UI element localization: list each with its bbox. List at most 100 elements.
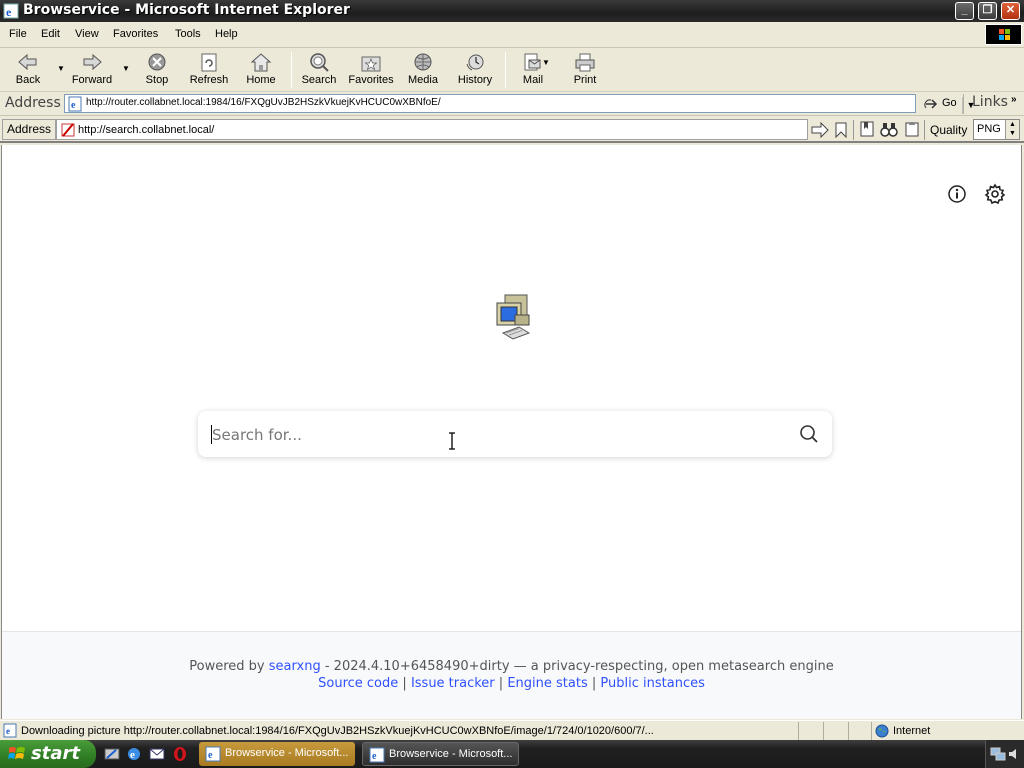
media-button[interactable]: Media xyxy=(405,50,441,90)
ie-window-icon: e xyxy=(205,746,221,762)
close-button[interactable]: ✕ xyxy=(1001,2,1020,20)
quality-label: Quality xyxy=(930,123,968,137)
media-label: Media xyxy=(408,74,438,86)
clipboard-icon[interactable] xyxy=(904,121,920,137)
zone-pane: Internet xyxy=(871,722,1024,740)
mail-button[interactable]: Mail xyxy=(514,50,552,90)
refresh-icon xyxy=(201,53,217,72)
mail-dropdown-icon[interactable]: ▼ xyxy=(542,58,550,67)
toolbar-separator xyxy=(853,120,854,140)
links-chevron-icon[interactable]: » xyxy=(1011,94,1017,105)
text-cursor-icon xyxy=(449,432,455,450)
forward-label: Forward xyxy=(71,74,113,86)
search-submit-icon[interactable] xyxy=(799,424,819,444)
go-arrow-icon[interactable] xyxy=(811,122,829,138)
menu-tools[interactable]: Tools xyxy=(175,28,201,40)
start-button[interactable]: start xyxy=(0,740,96,768)
ie-address-bar: Address e http://router.collabnet.local:… xyxy=(0,92,1024,116)
opera-quicklaunch-icon[interactable] xyxy=(172,746,188,762)
menu-edit[interactable]: Edit xyxy=(41,28,60,40)
bookmark-icon[interactable] xyxy=(835,122,847,138)
browservice-address-label: Address xyxy=(2,119,56,140)
history-button[interactable]: History xyxy=(454,50,496,90)
links-label[interactable]: Links xyxy=(972,94,1008,110)
home-label: Home xyxy=(246,74,276,86)
stop-label: Stop xyxy=(145,74,169,86)
version-text: - 2024.4.10+6458490+dirty — a privacy-re… xyxy=(324,659,834,674)
svg-text:e: e xyxy=(130,749,135,761)
windows-flag-icon xyxy=(8,747,25,759)
engine-stats-link[interactable]: Engine stats xyxy=(507,676,587,691)
address-label: Address xyxy=(5,95,61,111)
taskbar-task[interactable]: e Browservice - Microsoft... xyxy=(362,742,519,766)
quality-spinner[interactable]: PNG ▲ ▼ xyxy=(973,119,1020,140)
refresh-label: Refresh xyxy=(189,74,229,86)
page-icon: e xyxy=(68,96,82,112)
back-dropdown-icon[interactable]: ▼ xyxy=(57,64,65,73)
forward-button[interactable]: Forward xyxy=(68,50,116,90)
settings-gear-icon[interactable] xyxy=(984,183,1006,205)
address-url[interactable]: http://router.collabnet.local:1984/16/FX… xyxy=(86,97,441,108)
window-title: Browservice - Microsoft Internet Explore… xyxy=(23,2,350,18)
volume-tray-icon[interactable] xyxy=(1007,747,1021,761)
browservice-url[interactable]: http://search.collabnet.local/ xyxy=(78,124,214,136)
issue-tracker-link[interactable]: Issue tracker xyxy=(411,676,495,691)
footer-powered-line: Powered by searxng - 2024.4.10+6458490+d… xyxy=(2,659,1021,674)
source-code-link[interactable]: Source code xyxy=(318,676,398,691)
svg-text:e: e xyxy=(372,751,377,762)
status-bar: e Downloading picture http://router.coll… xyxy=(0,720,1024,740)
back-label: Back xyxy=(15,74,41,86)
back-arrow-icon xyxy=(18,53,37,71)
toolbar-separator xyxy=(291,52,292,88)
menu-favorites[interactable]: Favorites xyxy=(113,28,158,40)
menu-view[interactable]: View xyxy=(75,28,99,40)
network-tray-icon[interactable] xyxy=(990,746,1006,762)
find-binoculars-icon[interactable] xyxy=(880,121,898,137)
search-box[interactable]: Search for... xyxy=(198,411,832,457)
mail-label: Mail xyxy=(522,74,544,86)
search-input[interactable]: Search for... xyxy=(212,426,302,444)
ie-logo-icon: e xyxy=(3,3,19,19)
browservice-bar: Address http://search.collabnet.local/ Q… xyxy=(0,117,1024,143)
restore-button[interactable]: ❐ xyxy=(978,2,997,20)
print-button[interactable]: Print xyxy=(567,50,603,90)
address-field[interactable]: e http://router.collabnet.local:1984/16/… xyxy=(64,94,979,114)
page-content: Search for... Powered by searxng - 2024.… xyxy=(1,145,1022,719)
favorites-button[interactable]: Favorites xyxy=(345,50,397,90)
forward-dropdown-icon[interactable]: ▼ xyxy=(122,64,130,73)
browservice-address-field[interactable]: http://search.collabnet.local/ xyxy=(56,119,808,140)
menu-help[interactable]: Help xyxy=(215,28,238,40)
search-button[interactable]: Search xyxy=(299,50,339,90)
page-footer: Powered by searxng - 2024.4.10+6458490+d… xyxy=(2,631,1021,719)
svg-text:e: e xyxy=(208,750,213,761)
show-desktop-icon[interactable] xyxy=(104,746,120,762)
stop-button[interactable]: Stop xyxy=(138,50,176,90)
back-button[interactable]: Back xyxy=(8,50,48,90)
go-arrow-icon xyxy=(924,99,938,109)
home-button[interactable]: Home xyxy=(242,50,280,90)
taskbar-task-active[interactable]: e Browservice - Microsoft... xyxy=(199,742,355,766)
ie-quicklaunch-icon[interactable]: e xyxy=(126,746,142,762)
footer-links-line: Source code | Issue tracker | Engine sta… xyxy=(2,676,1021,691)
printer-icon xyxy=(575,53,595,72)
svg-text:e: e xyxy=(71,100,76,111)
windows-flag-icon xyxy=(985,24,1022,45)
searxng-link[interactable]: searxng xyxy=(269,659,321,674)
searxng-logo-computer-icon xyxy=(496,294,531,340)
bookmarks-list-icon[interactable] xyxy=(859,121,875,137)
search-label: Search xyxy=(301,74,337,86)
menu-file[interactable]: File xyxy=(9,28,27,40)
quality-stepper-icon[interactable]: ▲ ▼ xyxy=(1005,120,1019,139)
outlook-quicklaunch-icon[interactable] xyxy=(149,746,165,762)
internet-globe-icon xyxy=(875,724,889,738)
mail-icon xyxy=(524,53,541,71)
toolbar-separator xyxy=(505,52,506,88)
info-icon[interactable] xyxy=(947,184,967,204)
footer-separator: | xyxy=(591,676,597,691)
minimize-button[interactable]: _ xyxy=(955,2,974,20)
title-bar[interactable]: e Browservice - Microsoft Internet Explo… xyxy=(0,0,1024,22)
status-text: Downloading picture http://router.collab… xyxy=(21,725,654,737)
public-instances-link[interactable]: Public instances xyxy=(600,676,704,691)
zone-label: Internet xyxy=(893,725,931,737)
refresh-button[interactable]: Refresh xyxy=(186,50,232,90)
